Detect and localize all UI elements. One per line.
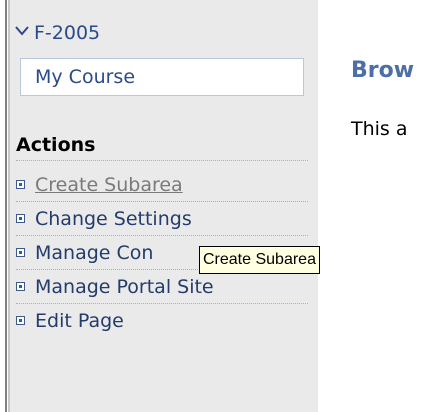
chevron-down-icon	[15, 26, 29, 36]
actions-heading: Actions	[16, 134, 308, 161]
bullet-icon	[16, 316, 25, 325]
bullet-icon	[16, 180, 25, 189]
action-label: Change Settings	[35, 208, 192, 230]
page: F-2005 My Course Actions Create Subarea …	[0, 0, 429, 412]
bullet-icon	[16, 248, 25, 257]
subarea-my-course[interactable]: My Course	[20, 58, 304, 96]
bullet-icon	[16, 214, 25, 223]
area-tree-link[interactable]: F-2005	[14, 22, 100, 44]
bullet-icon	[16, 282, 25, 291]
page-title: Brow	[351, 58, 415, 83]
action-label: Create Subarea	[35, 174, 183, 196]
tooltip: Create Subarea	[199, 246, 320, 274]
action-edit-page[interactable]: Edit Page	[16, 304, 308, 337]
action-label: Manage Con	[35, 242, 154, 264]
action-manage-portal-site[interactable]: Manage Portal Site	[16, 270, 308, 304]
action-create-subarea[interactable]: Create Subarea	[16, 168, 308, 202]
action-label: Manage Portal Site	[35, 276, 214, 298]
window-border	[5, 0, 7, 412]
action-change-settings[interactable]: Change Settings	[16, 202, 308, 236]
area-tree-label: F-2005	[34, 22, 101, 44]
page-description: This a	[351, 118, 408, 140]
action-label: Edit Page	[35, 310, 124, 332]
